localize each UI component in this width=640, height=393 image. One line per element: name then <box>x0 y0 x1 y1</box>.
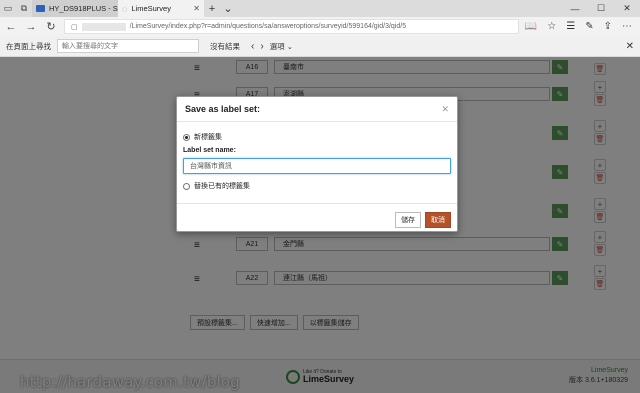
share-icon[interactable]: ⇪ <box>604 21 612 32</box>
modal-title: Save as label set: <box>185 104 261 114</box>
close-window-icon[interactable]: ✕ <box>614 0 640 17</box>
minimize-icon[interactable]: — <box>562 0 588 17</box>
tab-title: HY_DS918PLUS - Synology I <box>49 4 118 13</box>
modal-footer: 儲存 取消 <box>177 203 457 232</box>
address-bar: ← → ↻ ▢ /LimeSurvey/index.php?r=admin/qu… <box>0 17 640 36</box>
replace-label-set-option[interactable]: 替換已有的標籤集 <box>183 181 250 191</box>
back-icon[interactable]: ← <box>4 21 18 33</box>
find-on-page-bar: 在頁面上尋找 沒有結果 ‹ › 選項 ⌄ ✕ <box>0 36 640 57</box>
refresh-icon[interactable]: ↻ <box>44 20 58 33</box>
notes-icon[interactable]: ✎ <box>585 21 593 32</box>
tab-synology[interactable]: HY_DS918PLUS - Synology I <box>32 0 118 17</box>
limesurvey-favicon-icon: ◌ <box>122 3 128 14</box>
tab-list-icon[interactable]: ⌄ <box>220 0 236 17</box>
window-controls: — ☐ ✕ <box>562 0 640 17</box>
find-previous-icon[interactable]: ‹ <box>251 41 254 52</box>
modal-close-icon[interactable]: ✕ <box>441 104 449 115</box>
find-label: 在頁面上尋找 <box>6 41 51 51</box>
forward-icon[interactable]: → <box>24 21 38 33</box>
modal-header: Save as label set: ✕ <box>177 97 457 122</box>
url-field[interactable]: ▢ /LimeSurvey/index.php?r=admin/question… <box>64 19 519 34</box>
save-button[interactable]: 儲存 <box>395 212 421 228</box>
new-label-set-option[interactable]: 新標籤集 <box>183 132 222 142</box>
find-result: 沒有結果 <box>210 41 240 51</box>
synology-favicon-icon <box>36 5 45 12</box>
find-options-label: 選項 <box>269 41 285 51</box>
replace-label-set-label: 替換已有的標籤集 <box>194 183 250 190</box>
find-options[interactable]: 選項 ⌄ <box>270 41 293 52</box>
hub-icon[interactable]: ☰ <box>566 21 575 32</box>
tab-preview-icon[interactable]: ⧉ <box>16 0 32 17</box>
browser-tab-bar: ▭ ⧉ HY_DS918PLUS - Synology I ◌ LimeSurv… <box>0 0 640 17</box>
more-icon[interactable]: ⋯ <box>622 21 632 32</box>
tab-set-aside-icon[interactable]: ▭ <box>0 0 16 17</box>
page-icon: ▢ <box>71 23 78 31</box>
find-input[interactable] <box>57 39 199 53</box>
url-text: /LimeSurvey/index.php?r=admin/questions/… <box>129 23 407 30</box>
cancel-button[interactable]: 取消 <box>425 212 451 228</box>
radio-unselected-icon[interactable] <box>183 182 190 190</box>
url-host-redacted <box>81 22 126 31</box>
label-set-name-input[interactable] <box>183 158 451 174</box>
tab-limesurvey[interactable]: ◌ LimeSurvey ✕ <box>118 0 204 17</box>
find-close-icon[interactable]: ✕ <box>626 41 634 52</box>
tab-title: LimeSurvey <box>131 4 171 13</box>
new-tab-button[interactable]: + <box>204 0 220 17</box>
new-label-set-label: 新標籤集 <box>194 134 222 141</box>
radio-selected-icon[interactable] <box>183 133 190 141</box>
favorite-star-icon[interactable]: ☆ <box>547 21 556 32</box>
maximize-icon[interactable]: ☐ <box>588 0 614 17</box>
find-next-icon[interactable]: › <box>260 41 263 52</box>
reading-view-icon[interactable]: 📖 <box>525 21 537 32</box>
tab-close-icon[interactable]: ✕ <box>193 4 200 13</box>
label-set-name-label: Label set name: <box>183 147 236 154</box>
save-label-set-modal: Save as label set: ✕ 新標籤集 Label set name… <box>176 96 458 232</box>
